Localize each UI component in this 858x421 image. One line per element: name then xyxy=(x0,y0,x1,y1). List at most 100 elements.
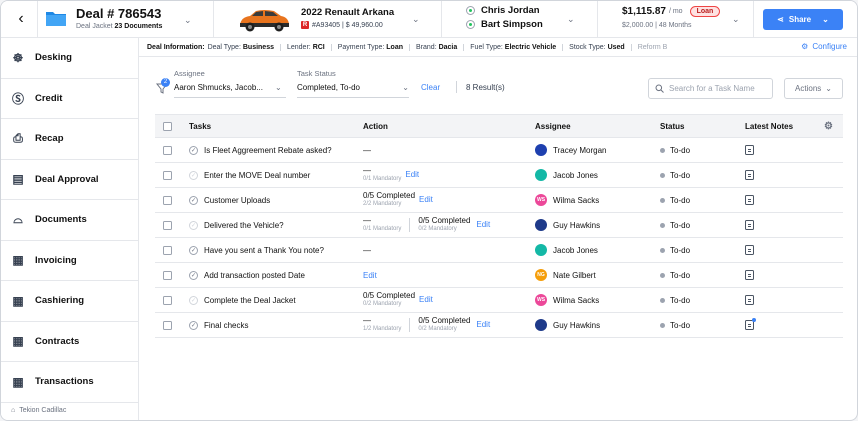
assignee-name: Jacob Jones xyxy=(553,245,598,255)
assignee-filter[interactable]: Aaron Shmucks, Jacob... ⌄ xyxy=(174,83,282,92)
row-checkbox[interactable] xyxy=(162,270,172,280)
sidebar-item-contracts[interactable]: ▦ Contracts xyxy=(1,322,138,362)
task-search-input[interactable]: Search for a Task Name xyxy=(648,78,773,99)
avatar xyxy=(535,244,547,256)
status-dot-icon xyxy=(660,197,665,203)
table-row[interactable]: ✓ Delivered the Vehicle? —0/1 Mandatory 0/5… xyxy=(155,213,843,238)
action-cell: 0/5 Completed 0/2 Mandatory Edit xyxy=(355,291,523,307)
edit-link[interactable]: Edit xyxy=(405,170,419,179)
clear-filters-button[interactable]: Clear xyxy=(421,83,440,92)
info-deal-type: Deal Type: Business xyxy=(207,43,274,51)
check-circle-icon[interactable]: ✓ xyxy=(189,245,198,255)
back-button[interactable]: ‹ xyxy=(9,7,33,31)
notes-icon[interactable] xyxy=(745,270,754,280)
sidebar-item-credit[interactable]: Ⓢ Credit xyxy=(1,79,138,119)
divider xyxy=(409,317,411,332)
sidebar-item-recap[interactable]: ⎙ Recap xyxy=(1,119,138,160)
configure-button[interactable]: ⚙ Configure xyxy=(791,42,847,51)
avatar xyxy=(535,144,547,156)
assignee-name: Tracey Morgan xyxy=(553,145,607,155)
action-empty: — xyxy=(363,145,371,155)
deal-docs-count: 23 Documents xyxy=(114,23,163,30)
row-checkbox[interactable] xyxy=(162,145,172,155)
table-row[interactable]: ✓ Enter the MOVE Deal number —0/1 Mandator… xyxy=(155,163,843,188)
monthly-payment: $1,115.87 / mo Loan xyxy=(622,6,721,17)
action-cell: —1/2 Mandatory 0/5 Completed 0/2 Mandatory… xyxy=(355,316,523,333)
sidebar-item-invoicing[interactable]: ▦ Invoicing xyxy=(1,241,138,281)
filter-count-badge: 2 xyxy=(161,78,170,87)
check-circle-icon[interactable]: ✓ xyxy=(189,145,198,155)
sidebar-item-cashiering[interactable]: ▦ Cashiering xyxy=(1,281,138,322)
edit-link[interactable]: Edit xyxy=(419,195,433,204)
transactions-icon: ▦ xyxy=(12,374,24,389)
chevron-down-icon[interactable]: ⌄ xyxy=(412,14,420,25)
col-header-status[interactable]: Status xyxy=(654,122,730,131)
notes-icon[interactable] xyxy=(745,245,754,255)
check-circle-icon[interactable]: ✓ xyxy=(189,270,198,280)
edit-link[interactable]: Edit xyxy=(476,320,490,329)
sidebar-item-label: Recap xyxy=(35,133,64,145)
action-progress: 0/5 Completed 0/2 Mandatory xyxy=(418,316,471,333)
chevron-down-icon[interactable]: ⌄ xyxy=(184,15,192,26)
notes-icon[interactable] xyxy=(745,318,756,330)
status-badge: To-do xyxy=(670,295,691,305)
vehicle-badge: R xyxy=(301,21,309,29)
assignee-filter-label: Assignee xyxy=(174,69,205,78)
sidebar-item-deal-approval[interactable]: ▤ Deal Approval xyxy=(1,160,138,200)
assignee-name: Wilma Sacks xyxy=(553,195,600,205)
select-all-checkbox[interactable] xyxy=(162,121,172,131)
row-checkbox[interactable] xyxy=(162,245,172,255)
info-brand: Brand: Dacia xyxy=(409,43,463,51)
table-row[interactable]: ✓ Final checks —1/2 Mandatory 0/5 Completed… xyxy=(155,313,843,338)
actions-dropdown[interactable]: Actions ⌄ xyxy=(784,78,843,99)
notes-icon[interactable] xyxy=(745,220,754,230)
edit-link[interactable]: Edit xyxy=(476,220,490,229)
sidebar-item-documents[interactable]: ⌓ Documents xyxy=(1,200,138,241)
info-reform: Reform B xyxy=(630,43,674,51)
task-status-filter[interactable]: Completed, To-do ⌄ xyxy=(297,83,409,92)
table-row[interactable]: ✓ Have you sent a Thank You note? — Jacob J… xyxy=(155,238,843,263)
deal-jacket-info[interactable]: Deal Jacket 23 Documents xyxy=(76,23,162,30)
task-name: Complete the Deal Jacket xyxy=(204,295,296,305)
notes-icon[interactable] xyxy=(745,195,754,205)
col-header-tasks[interactable]: Tasks xyxy=(179,122,355,131)
table-row[interactable]: ✓ Complete the Deal Jacket 0/5 Completed 0/… xyxy=(155,288,843,313)
chevron-down-icon: ⌄ xyxy=(825,84,832,93)
gear-icon[interactable]: ⚙ xyxy=(824,121,833,132)
status-dot-icon xyxy=(660,147,665,153)
notes-icon[interactable] xyxy=(745,170,754,180)
share-button[interactable]: ⋖ Share ⌄ xyxy=(763,9,843,30)
row-checkbox[interactable] xyxy=(162,195,172,205)
chevron-down-icon[interactable]: ⌄ xyxy=(732,14,740,25)
deal-info-title: Deal Information: xyxy=(147,43,205,51)
table-row[interactable]: ✓ Add transaction posted Date Edit NG Nate G… xyxy=(155,263,843,288)
check-circle-icon[interactable]: ✓ xyxy=(189,220,198,230)
row-checkbox[interactable] xyxy=(162,170,172,180)
row-checkbox[interactable] xyxy=(162,295,172,305)
edit-link[interactable]: Edit xyxy=(419,295,433,304)
col-header-action[interactable]: Action xyxy=(355,122,523,131)
folder-icon xyxy=(46,12,66,26)
notes-icon[interactable] xyxy=(745,145,754,155)
check-circle-icon[interactable]: ✓ xyxy=(189,295,198,305)
sidebar-item-desking[interactable]: ☸ Desking xyxy=(1,38,138,79)
check-circle-icon[interactable]: ✓ xyxy=(189,320,198,330)
row-checkbox[interactable] xyxy=(162,320,172,330)
status-dot-icon xyxy=(660,272,665,278)
sidebar-item-transactions[interactable]: ▦ Transactions xyxy=(1,362,138,403)
check-circle-icon[interactable]: ✓ xyxy=(189,170,198,180)
assignee-name: Wilma Sacks xyxy=(553,295,600,305)
col-header-latest-notes[interactable]: Latest Notes xyxy=(730,122,810,131)
notes-icon[interactable] xyxy=(745,295,754,305)
col-header-assignee[interactable]: Assignee xyxy=(523,122,654,131)
table-row[interactable]: ✓ Customer Uploads 0/5 Completed 2/2 Mandat… xyxy=(155,188,843,213)
chevron-down-icon[interactable]: ⌄ xyxy=(567,14,575,25)
row-checkbox[interactable] xyxy=(162,220,172,230)
edit-link[interactable]: Edit xyxy=(363,271,377,280)
car-image xyxy=(240,10,289,32)
table-body: ✓ Is Fleet Aggreement Rebate asked? — Trace… xyxy=(155,138,843,338)
deal-jacket-label: Deal Jacket xyxy=(76,23,113,30)
avatar xyxy=(535,219,547,231)
check-circle-icon[interactable]: ✓ xyxy=(189,195,198,205)
table-row[interactable]: ✓ Is Fleet Aggreement Rebate asked? — Trace… xyxy=(155,138,843,163)
